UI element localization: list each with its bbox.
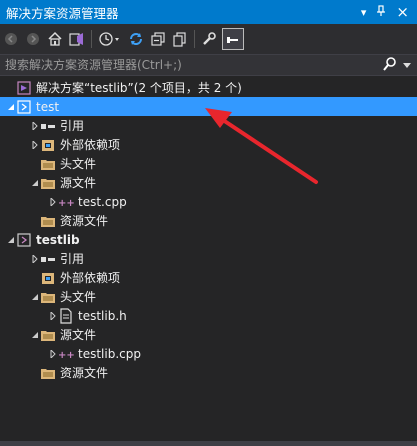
tree-item-header-files[interactable]: 头文件 [0, 287, 417, 306]
show-all-files-icon[interactable] [171, 30, 189, 48]
external-deps-icon [40, 270, 56, 286]
search-bar [0, 54, 417, 76]
home-icon[interactable] [46, 30, 64, 48]
tree-item-label: testlib.cpp [78, 346, 141, 361]
tree-item-external-deps[interactable]: 外部依赖项 [0, 268, 417, 287]
tree-item-file[interactable]: testlib.h [0, 306, 417, 325]
window-title: 解决方案资源管理器 [6, 5, 119, 21]
project-label: testlib [36, 232, 80, 247]
expand-arrow-icon[interactable] [48, 311, 58, 321]
folder-icon [40, 327, 56, 343]
search-icon[interactable] [383, 56, 397, 74]
tree-item-references[interactable]: 引用 [0, 249, 417, 268]
properties-icon[interactable] [200, 30, 218, 48]
tree-item-label: 头文件 [60, 290, 97, 304]
tree-item-label: testlib.h [78, 308, 127, 323]
tree-item-header-files[interactable]: 头文件 [0, 154, 417, 173]
tree-item-label: 资源文件 [60, 214, 109, 228]
preview-icon[interactable] [222, 28, 244, 50]
toolbar [0, 24, 417, 54]
references-icon [40, 251, 56, 267]
expand-arrow-icon[interactable] [48, 197, 58, 207]
folder-icon [40, 365, 56, 381]
svg-text:++: ++ [58, 198, 74, 209]
tree-item-resource-files[interactable]: 资源文件 [0, 211, 417, 230]
close-icon[interactable]: × [396, 3, 409, 21]
pin-icon[interactable] [376, 4, 386, 20]
tree-project-row[interactable]: testlib [0, 230, 417, 249]
expand-arrow-icon[interactable] [30, 140, 40, 150]
tree-item-file[interactable]: ++ testlib.cpp [0, 344, 417, 363]
tree-solution-row[interactable]: 解决方案“testlib”(2 个项目，共 2 个) [0, 78, 417, 97]
tree-item-label: 资源文件 [60, 366, 109, 380]
tree-item-label: 引用 [60, 119, 85, 133]
history-icon[interactable] [97, 30, 123, 48]
tree-project-row[interactable]: test [0, 97, 417, 116]
project-icon [16, 99, 32, 115]
bottom-border [0, 441, 417, 446]
cpp-file-icon: ++ [58, 194, 74, 210]
sync-icon[interactable] [127, 30, 145, 48]
tree-item-file[interactable]: ++ test.cpp [0, 192, 417, 211]
folder-icon [40, 156, 56, 172]
toolbar-separator [194, 30, 195, 48]
folder-icon [40, 289, 56, 305]
expand-arrow-icon[interactable] [30, 254, 40, 264]
tree-item-label: 引用 [60, 252, 85, 266]
forward-icon[interactable] [24, 30, 42, 48]
references-icon [40, 118, 56, 134]
collapse-all-icon[interactable] [149, 30, 167, 48]
project-icon [16, 232, 32, 248]
folder-icon [40, 213, 56, 229]
tree-item-label: 头文件 [60, 157, 97, 171]
window-titlebar: 解决方案资源管理器 ▾ × [0, 0, 417, 24]
collapse-arrow-icon[interactable] [30, 178, 40, 188]
back-icon[interactable] [2, 30, 20, 48]
tree-item-source-files[interactable]: 源文件 [0, 173, 417, 192]
folder-icon [40, 175, 56, 191]
vs-switch-icon[interactable] [68, 30, 86, 48]
solution-icon [16, 80, 32, 96]
window-position-dropdown-icon[interactable]: ▾ [361, 6, 367, 19]
project-label: test [36, 99, 60, 114]
tree-item-source-files[interactable]: 源文件 [0, 325, 417, 344]
expand-arrow-icon[interactable] [30, 121, 40, 131]
search-input[interactable] [0, 57, 383, 73]
search-options-dropdown-icon[interactable] [403, 58, 411, 72]
collapse-arrow-icon[interactable] [30, 292, 40, 302]
external-deps-icon [40, 137, 56, 153]
header-file-icon [58, 307, 74, 324]
collapse-arrow-icon[interactable] [6, 102, 16, 112]
toolbar-separator [91, 30, 92, 48]
tree-item-label: 外部依赖项 [60, 138, 121, 152]
tree-item-label: 源文件 [60, 176, 97, 190]
tree-item-label: test.cpp [78, 194, 127, 209]
svg-text:++: ++ [58, 350, 74, 361]
tree-item-label: 源文件 [60, 328, 97, 342]
tree-item-resource-files[interactable]: 资源文件 [0, 363, 417, 382]
expand-arrow-icon[interactable] [48, 349, 58, 359]
tree-item-references[interactable]: 引用 [0, 116, 417, 135]
tree-item-external-deps[interactable]: 外部依赖项 [0, 135, 417, 154]
collapse-arrow-icon[interactable] [6, 235, 16, 245]
solution-label: 解决方案“testlib”(2 个项目，共 2 个) [36, 81, 242, 95]
collapse-arrow-icon[interactable] [30, 330, 40, 340]
tree-item-label: 外部依赖项 [60, 271, 121, 285]
cpp-file-icon: ++ [58, 346, 74, 362]
